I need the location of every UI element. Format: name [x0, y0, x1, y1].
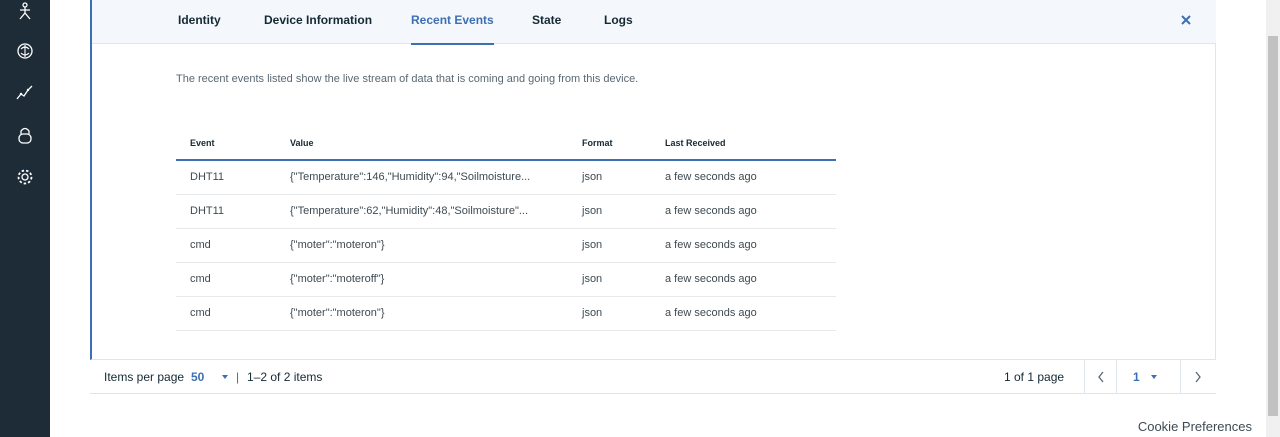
recent-events-table: Event Value Format Last Received DHT11 {… [176, 126, 836, 331]
settings-gear-icon[interactable] [14, 166, 36, 188]
tab-recent-events[interactable]: Recent Events [411, 0, 494, 45]
header-value[interactable]: Value [276, 126, 568, 161]
page-scrollbar[interactable] [1266, 0, 1280, 437]
current-page-number: 1 [1133, 370, 1140, 384]
table-row[interactable]: cmd {"moter":"moteroff"} json a few seco… [176, 262, 836, 297]
cell-last-received: a few seconds ago [651, 160, 836, 195]
cell-format: json [568, 296, 651, 331]
pipe-divider: | [236, 370, 240, 384]
item-range-text: 1–2 of 2 items [247, 370, 323, 384]
cell-event: cmd [176, 296, 276, 331]
device-details-panel: Identity Device Information Recent Event… [90, 0, 1216, 360]
cell-last-received: a few seconds ago [651, 194, 836, 229]
tab-device-information[interactable]: Device Information [264, 0, 372, 45]
items-per-page-select[interactable]: 50 [191, 360, 204, 394]
cell-last-received: a few seconds ago [651, 228, 836, 263]
cell-last-received: a few seconds ago [651, 262, 836, 297]
cell-value: {"moter":"moteron"} [276, 228, 568, 263]
header-format[interactable]: Format [568, 126, 651, 161]
close-icon[interactable] [1178, 12, 1194, 28]
cell-event: cmd [176, 262, 276, 297]
cell-value: {"Temperature":146,"Humidity":94,"Soilmo… [276, 160, 568, 195]
cell-value: {"Temperature":62,"Humidity":48,"Soilmoi… [276, 194, 568, 229]
table-row[interactable]: DHT11 {"Temperature":62,"Humidity":48,"S… [176, 194, 836, 229]
cell-event: cmd [176, 228, 276, 263]
cell-value: {"moter":"moteroff"} [276, 262, 568, 297]
tab-logs[interactable]: Logs [604, 0, 633, 45]
brain-icon[interactable] [14, 40, 36, 62]
tab-identity[interactable]: Identity [178, 0, 221, 45]
cell-format: json [568, 262, 651, 297]
scrollbar-thumb[interactable] [1268, 36, 1278, 416]
prev-page-button[interactable] [1084, 360, 1116, 394]
table-header-row: Event Value Format Last Received [176, 126, 836, 161]
cookie-preferences-link[interactable]: Cookie Preferences [1138, 419, 1252, 434]
cell-format: json [568, 160, 651, 195]
cell-event: DHT11 [176, 160, 276, 195]
table-row[interactable]: cmd {"moter":"moteron"} json a few secon… [176, 228, 836, 263]
items-per-page-label: Items per page [104, 370, 185, 384]
security-lock-icon[interactable] [14, 124, 36, 146]
cell-last-received: a few seconds ago [651, 296, 836, 331]
tab-state[interactable]: State [532, 0, 561, 45]
table-row[interactable]: DHT11 {"Temperature":146,"Humidity":94,"… [176, 160, 836, 195]
cell-format: json [568, 228, 651, 263]
page-select[interactable]: 1 [1116, 360, 1178, 394]
cell-value: {"moter":"moteron"} [276, 296, 568, 331]
chevron-down-icon[interactable] [220, 360, 230, 394]
cell-format: json [568, 194, 651, 229]
cell-event: DHT11 [176, 194, 276, 229]
analytics-icon[interactable] [14, 82, 36, 104]
events-description: The recent events listed show the live s… [176, 73, 639, 85]
left-nav-sidebar [0, 0, 50, 437]
next-page-button[interactable] [1180, 360, 1214, 394]
pagination-bar: Items per page 50 | 1–2 of 2 items 1 of … [90, 360, 1216, 394]
page-count-text: 1 of 1 page [1004, 370, 1065, 384]
tab-bar: Identity Device Information Recent Event… [92, 0, 1216, 45]
header-last-received[interactable]: Last Received [651, 126, 836, 161]
person-icon[interactable] [14, 0, 36, 22]
header-event[interactable]: Event [176, 126, 276, 161]
table-row[interactable]: cmd {"moter":"moteron"} json a few secon… [176, 296, 836, 331]
